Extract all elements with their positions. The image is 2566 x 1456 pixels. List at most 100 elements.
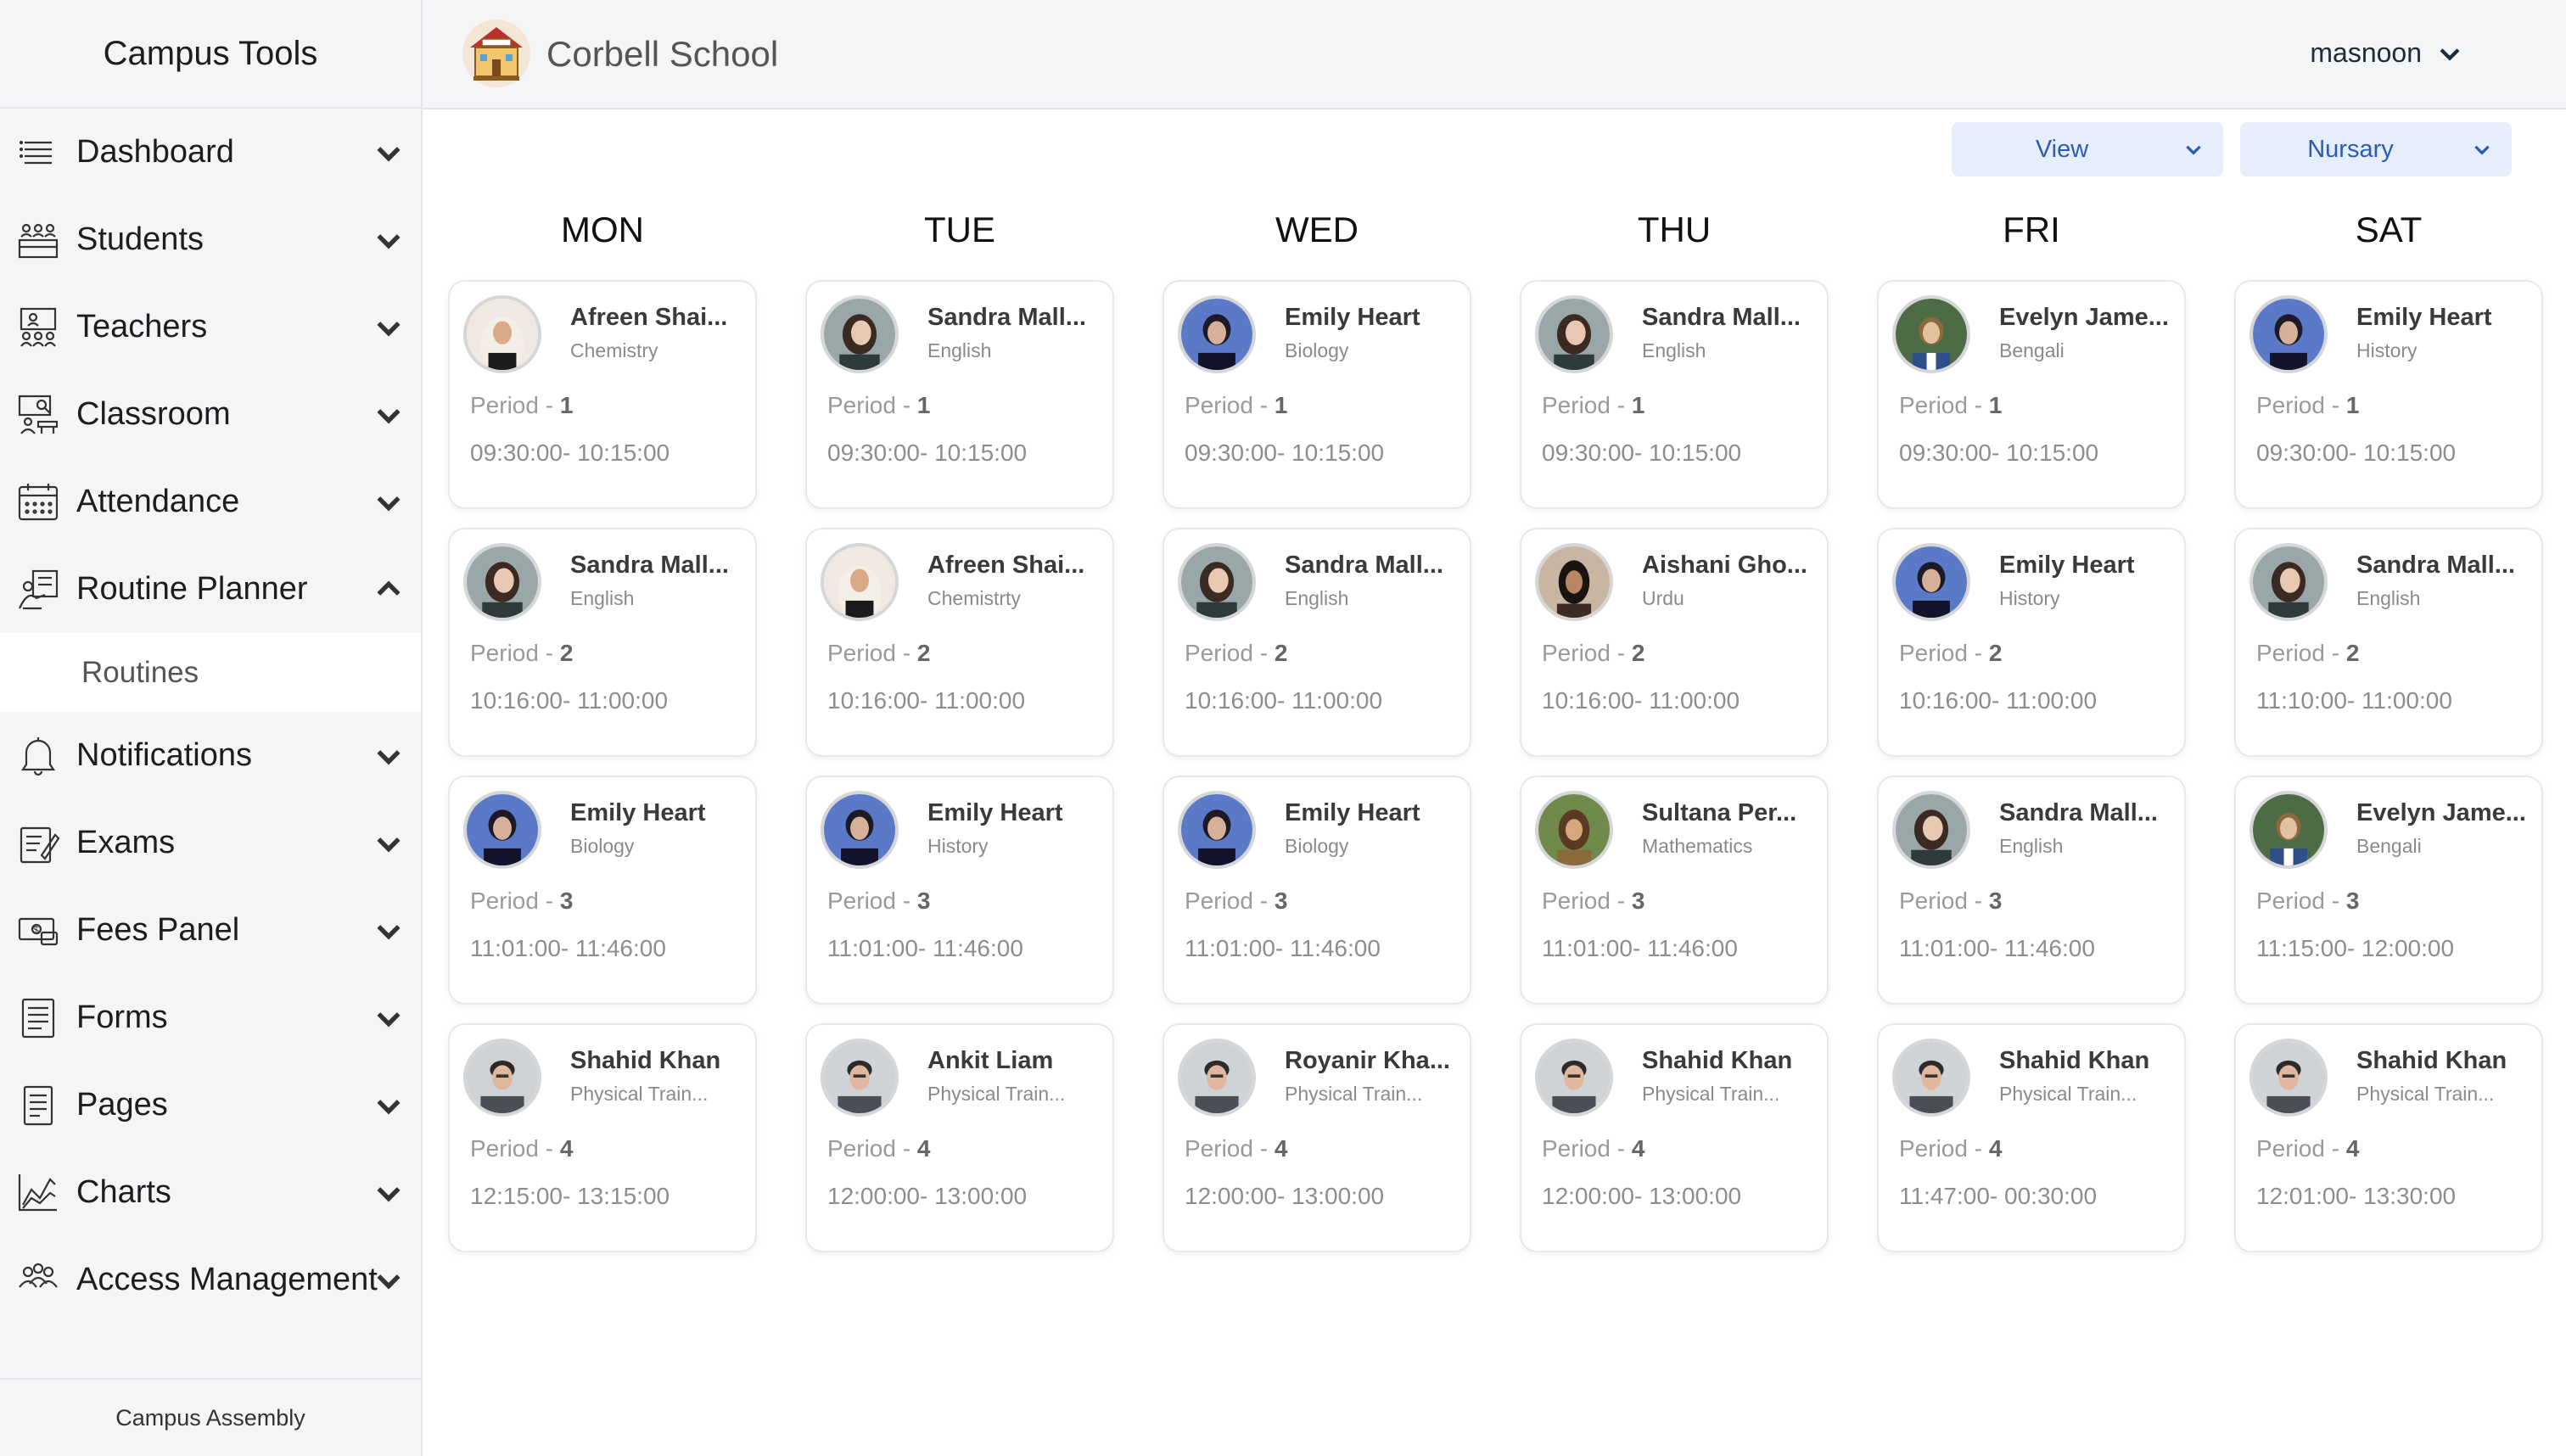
sidebar-item-fees-panel[interactable]: $ Fees Panel <box>0 887 421 974</box>
sidebar-item-dashboard[interactable]: Dashboard <box>0 109 421 196</box>
chevron-down-icon[interactable] <box>372 739 406 773</box>
chevron-down-icon[interactable] <box>372 398 406 432</box>
teacher-avatar <box>463 295 541 373</box>
subject-name: English <box>570 587 635 609</box>
teacher-name: Afreen Shai... <box>927 552 1085 579</box>
sidebar-item-charts[interactable]: Charts <box>0 1149 421 1236</box>
period-label: Period - 1 <box>470 392 573 419</box>
chevron-up-icon[interactable] <box>372 573 406 607</box>
sidebar-item-pages[interactable]: Pages <box>0 1061 421 1149</box>
period-prefix: Period - <box>1542 392 1632 418</box>
routine-card[interactable]: Shahid Khan Physical Train... Period - 4 12… <box>448 1023 757 1252</box>
routine-card[interactable]: Sandra Mall... English Period - 3 11:01:00-… <box>1877 776 2186 1005</box>
routine-card[interactable]: Sultana Per... Mathematics Period - 3 11:01… <box>1520 776 1829 1005</box>
routine-card[interactable]: Sandra Mall... English Period - 2 11:10:00-… <box>2234 528 2543 757</box>
routine-card[interactable]: Emily Heart History Period - 2 10:16:00- 11… <box>1877 528 2186 757</box>
sidebar-item-students[interactable]: Students <box>0 196 421 283</box>
routine-card[interactable]: Emily Heart Biology Period - 3 11:01:00- 11… <box>1163 776 1471 1005</box>
chevron-down-icon[interactable] <box>372 1263 406 1297</box>
subject-name: Physical Train... <box>1999 1083 2137 1105</box>
period-prefix: Period - <box>827 1135 917 1162</box>
period-number: 3 <box>1631 888 1645 914</box>
period-time: 09:30:00- 10:15:00 <box>827 440 1028 466</box>
period-label: Period - 2 <box>470 640 573 667</box>
period-prefix: Period - <box>2256 392 2346 418</box>
routine-card[interactable]: Shahid Khan Physical Train... Period - 4 12… <box>2234 1023 2543 1252</box>
routine-card[interactable]: Emily Heart History Period - 3 11:01:00- 11… <box>805 776 1114 1005</box>
chevron-down-icon[interactable] <box>372 311 406 344</box>
period-label: Period - 4 <box>827 1135 930 1162</box>
subject-name: History <box>2356 339 2418 361</box>
routine-card[interactable]: Ankit Liam Physical Train... Period - 4 12:… <box>805 1023 1114 1252</box>
chevron-down-icon[interactable] <box>372 1176 406 1210</box>
routine-card[interactable]: Emily Heart Biology Period - 1 09:30:00- 10… <box>1163 280 1471 509</box>
routine-card[interactable]: Evelyn Jame... Bengali Period - 3 11:15:00-… <box>2234 776 2543 1005</box>
chevron-down-icon[interactable] <box>372 826 406 860</box>
period-time: 12:00:00- 13:00:00 <box>827 1183 1028 1209</box>
period-time: 10:16:00- 11:00:00 <box>827 687 1026 714</box>
routine-card[interactable]: Afreen Shai... Chemistry Period - 1 09:30:0… <box>448 280 757 509</box>
period-time: 11:01:00- 11:46:00 <box>827 935 1023 961</box>
routine-card[interactable]: Sandra Mall... English Period - 2 10:16:00-… <box>448 528 757 757</box>
sidebar-item-notifications[interactable]: Notifications <box>0 712 421 799</box>
sidebar-item-classroom[interactable]: Classroom <box>0 371 421 458</box>
sidebar: Campus Tools Dashboard Students Teachers Cl… <box>0 0 423 1456</box>
day-header: WED <box>1275 210 1359 249</box>
chevron-down-icon[interactable] <box>372 136 406 170</box>
sidebar-item-label: Exams <box>76 825 176 860</box>
sidebar-footer: Campus Assembly <box>0 1378 421 1456</box>
chevron-down-icon[interactable] <box>372 1001 406 1035</box>
chevron-down-icon[interactable] <box>372 223 406 257</box>
routine-card[interactable]: Sandra Mall... English Period - 2 10:16:00-… <box>1163 528 1471 757</box>
routine-card[interactable]: Royanir Kha... Physical Train... Period - … <box>1163 1023 1471 1252</box>
period-time: 10:16:00- 11:00:00 <box>1542 687 1740 714</box>
routine-card[interactable]: Aishani Gho... Urdu Period - 2 10:16:00- 11… <box>1520 528 1829 757</box>
routine-card[interactable]: Shahid Khan Physical Train... Period - 4 12… <box>1520 1023 1829 1252</box>
sidebar-item-routine-planner[interactable]: Routine Planner <box>0 546 421 633</box>
sidebar-item-exams[interactable]: Exams <box>0 799 421 887</box>
period-number: 3 <box>559 888 574 914</box>
routine-card[interactable]: Afreen Shai... Chemistrty Period - 2 10:16:… <box>805 528 1114 757</box>
period-label: Period - 1 <box>1899 392 2002 419</box>
period-label: Period - 3 <box>470 888 573 915</box>
brand-title: Campus Tools <box>0 0 421 109</box>
teacher-avatar <box>463 1039 541 1117</box>
period-prefix: Period - <box>2256 888 2346 914</box>
sidebar-subitem-routines[interactable]: Routines <box>0 633 421 712</box>
teacher-name: Emily Heart <box>1999 552 2135 579</box>
subject-name: Biology <box>1285 339 1349 361</box>
subject-name: Physical Train... <box>1285 1083 1423 1105</box>
user-menu-button[interactable]: masnoon <box>2310 37 2464 69</box>
routine-card[interactable]: Emily Heart History Period - 1 09:30:00- 10… <box>2234 280 2543 509</box>
routine-card[interactable]: Shahid Khan Physical Train... Period - 4 11… <box>1877 1023 2186 1252</box>
routine-card[interactable]: Sandra Mall... English Period - 1 09:30:00-… <box>1520 280 1829 509</box>
teachers-icon <box>14 303 63 352</box>
period-number: 2 <box>1631 640 1645 666</box>
chevron-down-icon[interactable] <box>372 1089 406 1123</box>
sidebar-item-teachers[interactable]: Teachers <box>0 283 421 371</box>
teacher-name: Emily Heart <box>1285 304 1420 331</box>
routine-card[interactable]: Evelyn Jame... Bengali Period - 1 09:30:00-… <box>1877 280 2186 509</box>
subject-name: Physical Train... <box>2356 1083 2495 1105</box>
period-label: Period - 3 <box>1542 888 1644 915</box>
sidebar-item-access-management[interactable]: Access Management <box>0 1236 421 1324</box>
day-header: THU <box>1637 210 1712 249</box>
subject-name: History <box>1999 587 2060 609</box>
class-select[interactable]: Nursary <box>2240 122 2512 176</box>
routine-card[interactable]: Emily Heart Biology Period - 3 11:01:00- 11… <box>448 776 757 1005</box>
subject-name: English <box>2356 587 2421 609</box>
period-time: 11:01:00- 11:46:00 <box>1185 935 1381 961</box>
sidebar-item-attendance[interactable]: Attendance <box>0 458 421 546</box>
teacher-avatar <box>1892 791 1970 869</box>
routine-card[interactable]: Sandra Mall... English Period - 1 09:30:00-… <box>805 280 1114 509</box>
period-label: Period - 4 <box>470 1135 573 1162</box>
subject-name: Biology <box>570 835 635 857</box>
teacher-name: Emily Heart <box>927 799 1063 826</box>
sidebar-item-forms[interactable]: Forms <box>0 974 421 1061</box>
period-label: Period - 2 <box>827 640 930 667</box>
chevron-down-icon[interactable] <box>372 914 406 948</box>
view-select[interactable]: View <box>1952 122 2223 176</box>
teacher-avatar <box>821 791 899 869</box>
chevron-down-icon[interactable] <box>372 485 406 519</box>
teacher-avatar <box>2249 295 2328 373</box>
